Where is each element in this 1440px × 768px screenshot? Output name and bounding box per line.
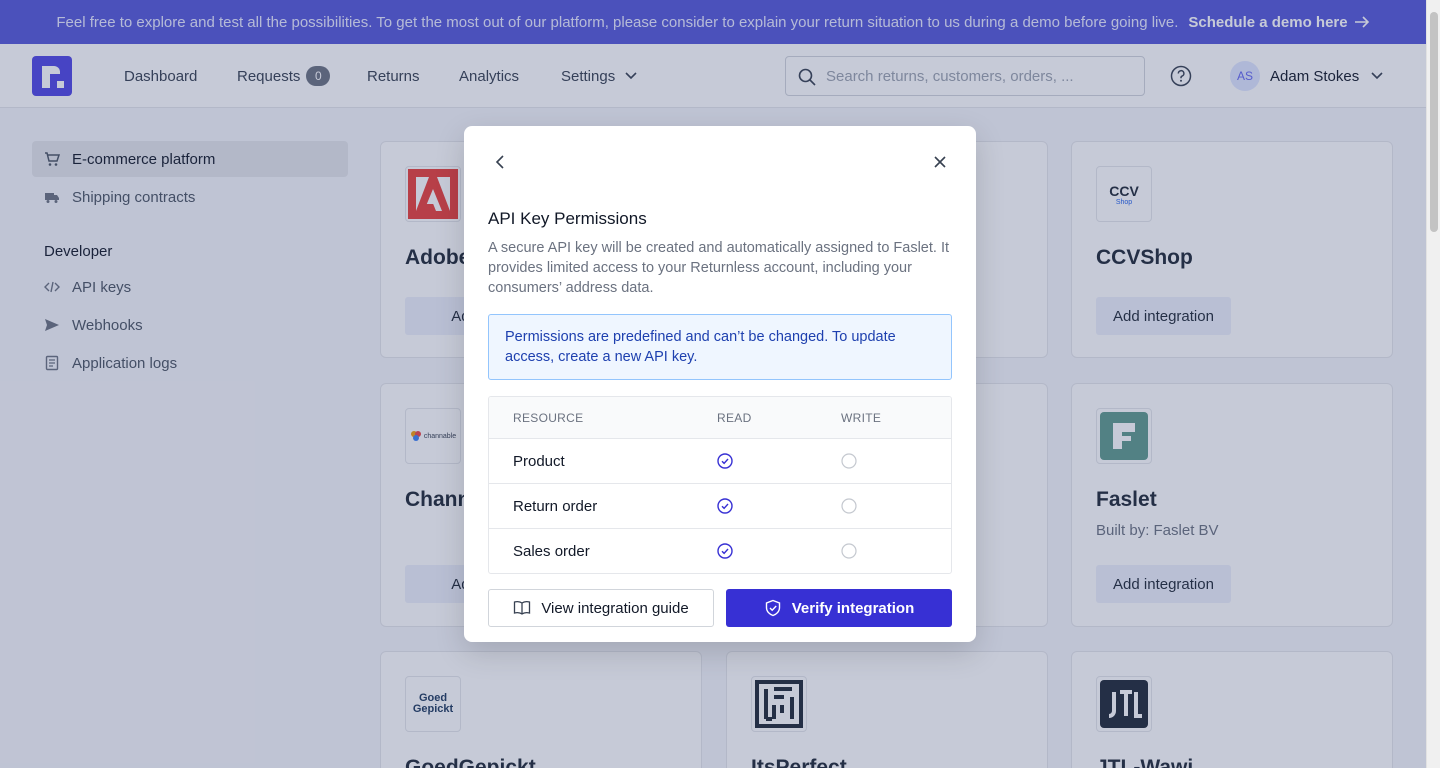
empty-circle-icon	[841, 453, 857, 469]
page-scrollbar[interactable]	[1426, 0, 1440, 768]
chevron-left-icon	[495, 155, 504, 169]
close-button[interactable]	[932, 154, 948, 175]
view-integration-guide-button[interactable]: View integration guide	[488, 589, 714, 627]
close-icon	[934, 156, 946, 168]
header-resource: RESOURCE	[513, 410, 584, 425]
book-icon	[514, 601, 531, 615]
check-circle-icon	[717, 498, 733, 514]
resource-name: Sales order	[513, 542, 590, 560]
check-circle-icon	[717, 543, 733, 559]
shield-check-icon	[765, 599, 780, 617]
permissions-info-alert: Permissions are predefined and can’t be …	[488, 314, 952, 380]
verify-integration-button[interactable]: Verify integration	[726, 589, 952, 627]
table-row: Product	[489, 438, 951, 483]
api-key-permissions-modal: API Key Permissions A secure API key wil…	[464, 126, 976, 642]
resource-name: Return order	[513, 497, 598, 515]
header-write: WRITE	[841, 410, 882, 425]
table-header: RESOURCE READ WRITE	[489, 397, 951, 438]
scrollbar-thumb[interactable]	[1430, 12, 1438, 232]
header-read: READ	[717, 410, 752, 425]
resource-name: Product	[513, 452, 565, 470]
back-button[interactable]	[490, 152, 510, 177]
empty-circle-icon	[841, 498, 857, 514]
table-row: Return order	[489, 483, 951, 528]
modal-description: A secure API key will be created and aut…	[488, 240, 950, 296]
table-row: Sales order	[489, 528, 951, 573]
modal-title: API Key Permissions	[488, 209, 647, 228]
permissions-table: RESOURCE READ WRITE Product Return order…	[488, 396, 952, 574]
empty-circle-icon	[841, 543, 857, 559]
check-circle-icon	[717, 453, 733, 469]
